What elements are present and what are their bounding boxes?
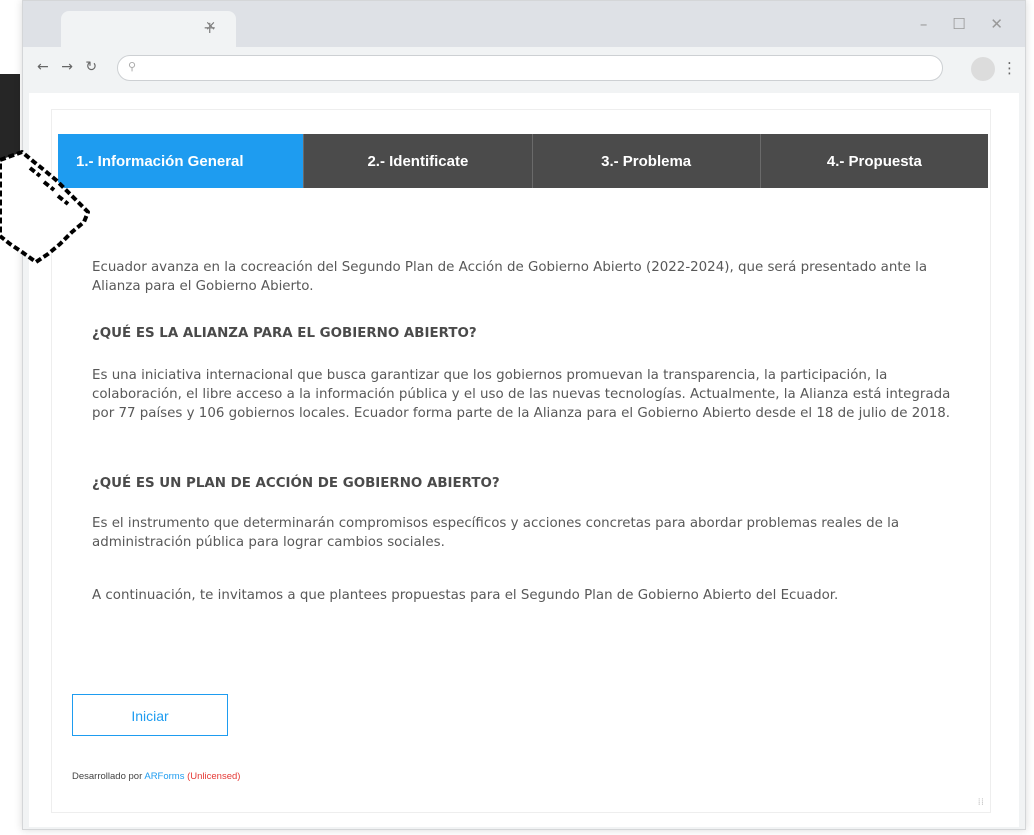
arforms-link[interactable]: ARForms [144,771,184,782]
forward-icon[interactable]: → [61,59,73,75]
start-button[interactable]: Iniciar [72,694,228,736]
tab-strip: × + – ☐ ✕ [23,1,1025,47]
plan-paragraph: Es el instrumento que determinarán compr… [92,516,900,550]
browser-window: × + – ☐ ✕ ← → ↻ ⚲ ⋮ 1.- Información Gene… [22,0,1026,830]
invitation-paragraph: A continuación, te invitamos a que plant… [92,588,839,603]
step-identificate[interactable]: 2.- Identificate [304,134,533,188]
step-propuesta[interactable]: 4.- Propuesta [760,134,988,188]
minimize-icon[interactable]: – [920,15,938,33]
address-bar[interactable]: ⚲ [117,55,943,81]
new-tab-icon[interactable]: + [203,18,216,37]
profile-avatar[interactable] [971,57,995,81]
page-viewport: 1.- Información General 2.- Identificate… [29,93,1019,827]
alianza-paragraph: Es una iniciativa internacional que busc… [92,368,951,421]
wizard-form: 1.- Información General 2.- Identificate… [51,109,991,813]
section-heading-plan: ¿QUÉ ES UN PLAN DE ACCIÓN DE GOBIERNO AB… [92,476,500,491]
background-dark-block [0,74,20,192]
browser-toolbar: ← → ↻ ⚲ ⋮ [23,47,1025,93]
reload-icon[interactable]: ↻ [85,59,97,75]
maximize-icon[interactable]: ☐ [952,15,975,33]
step-informacion-general[interactable]: 1.- Información General [58,134,305,188]
window-controls: – ☐ ✕ [920,15,1013,33]
intro-paragraph: Ecuador avanza en la cocreación del Segu… [92,260,928,294]
wizard-steps: 1.- Información General 2.- Identificate… [58,134,988,188]
menu-icon[interactable]: ⋮ [1002,59,1017,77]
powered-by-footer: Desarrollado por ARForms (Unlicensed) [72,771,240,782]
back-icon[interactable]: ← [37,59,49,75]
step-problema[interactable]: 3.- Problema [532,134,761,188]
resize-grip[interactable]: ⁞⁞ [978,798,984,808]
nav-buttons: ← → ↻ [37,59,105,75]
search-icon: ⚲ [128,60,137,73]
close-window-icon[interactable]: ✕ [990,15,1013,33]
footer-prefix: Desarrollado por [72,771,145,782]
license-status: (Unlicensed) [187,771,241,782]
section-heading-alianza: ¿QUÉ ES LA ALIANZA PARA EL GOBIERNO ABIE… [92,326,477,341]
